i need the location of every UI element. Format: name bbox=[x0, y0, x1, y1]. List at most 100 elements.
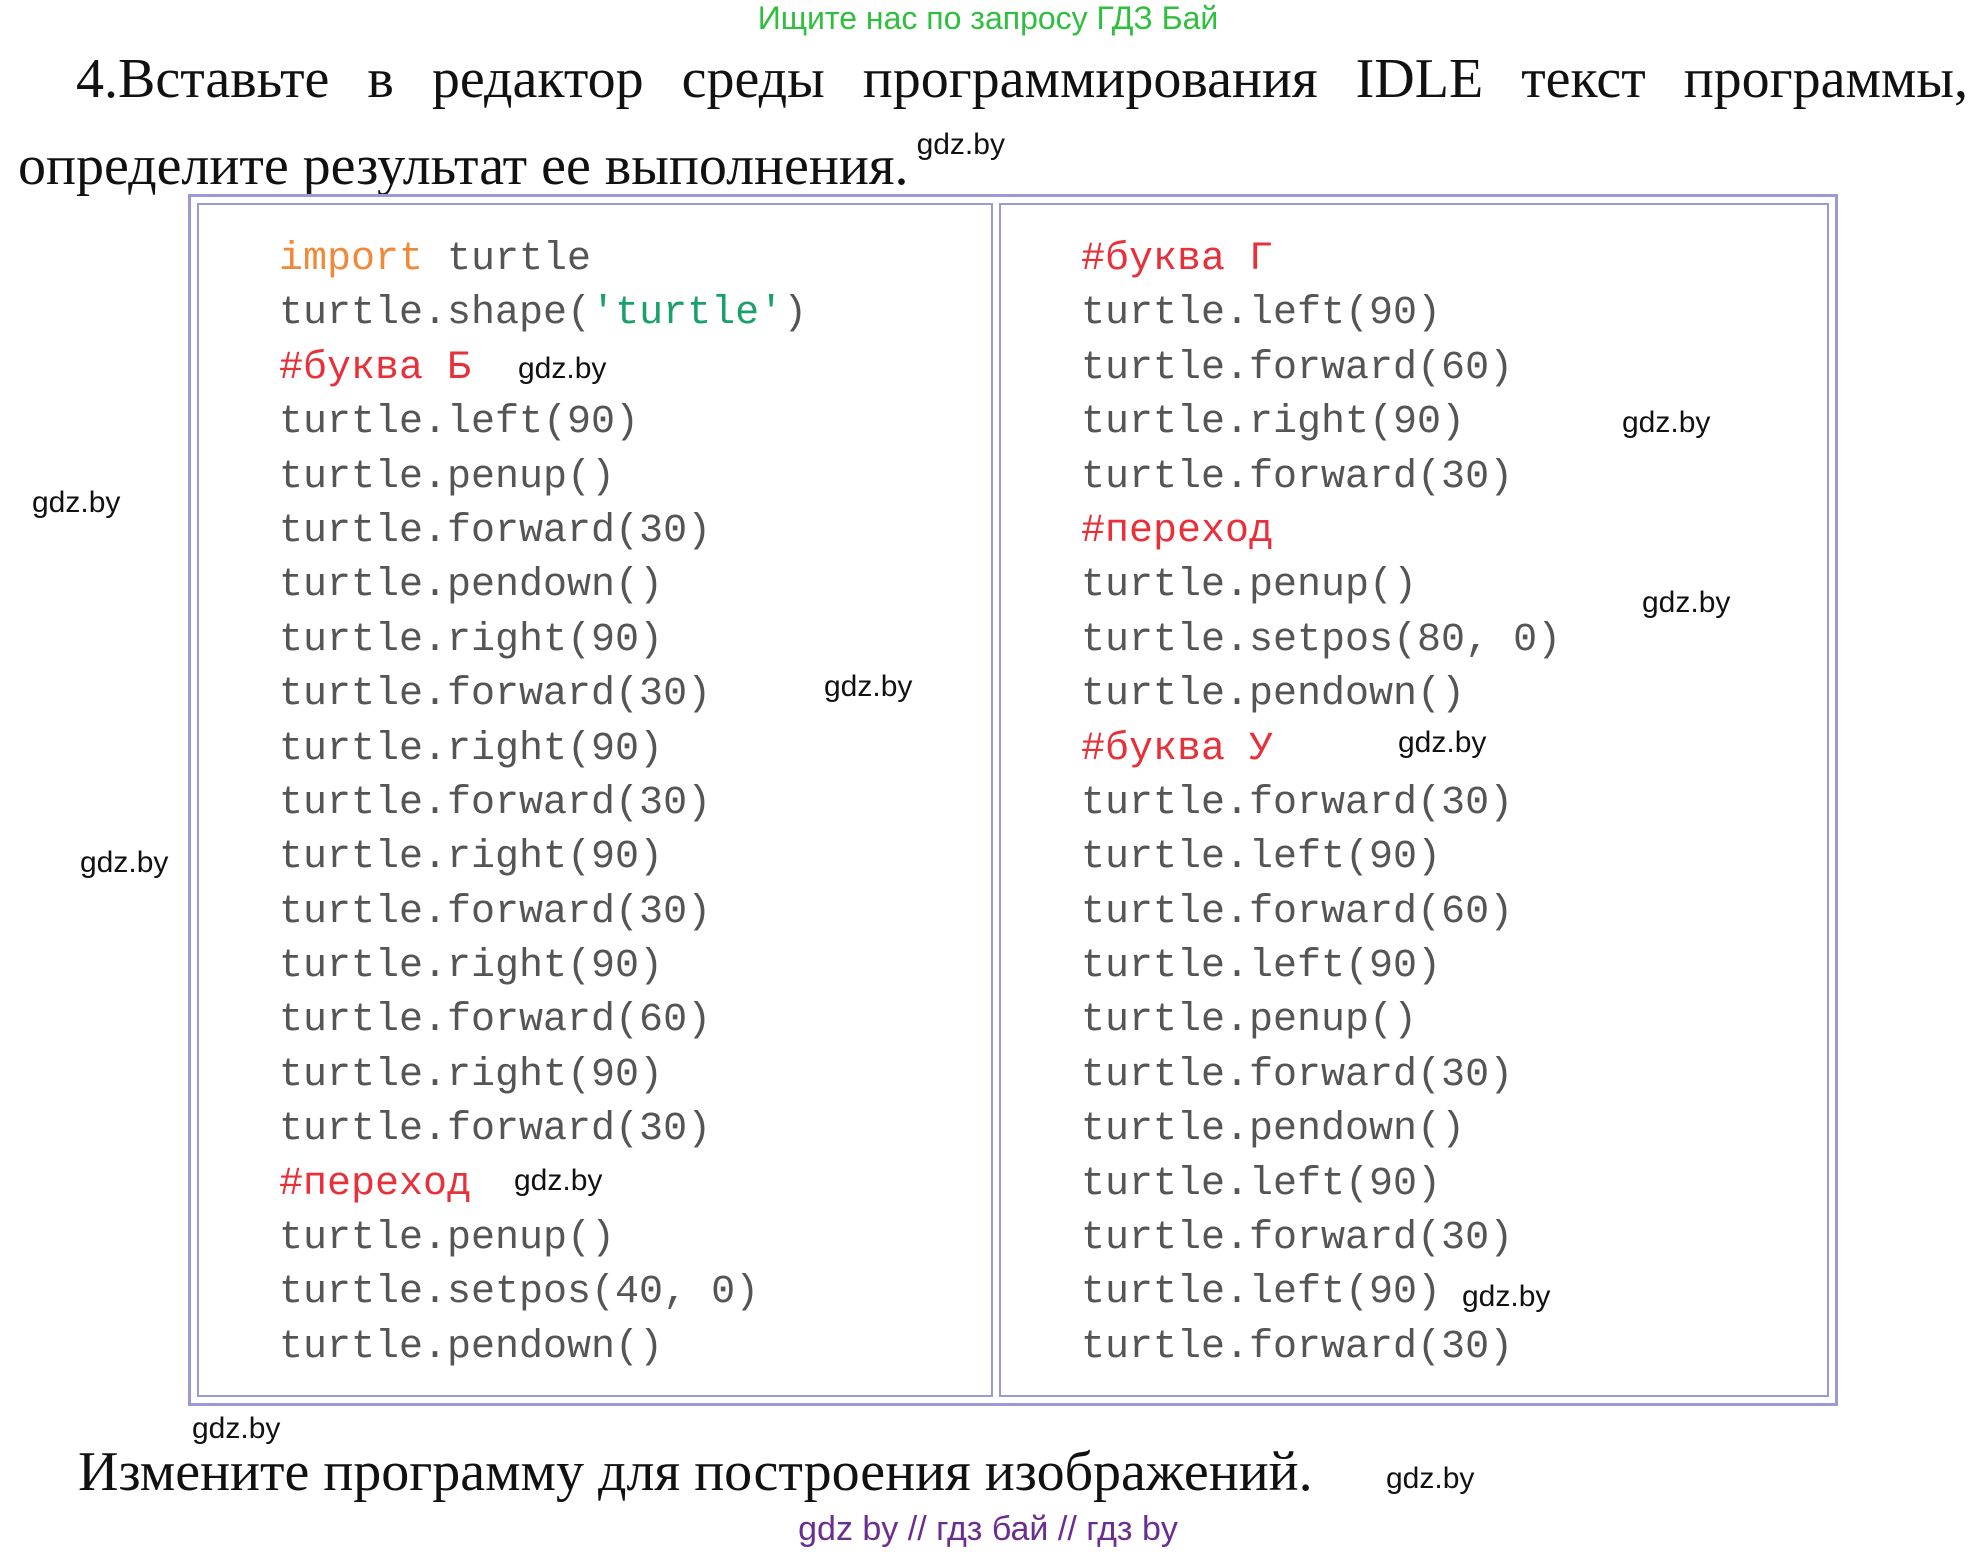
code-token: turtle.forward(30) bbox=[1081, 780, 1514, 826]
task-line-1: 4.Вставьте в редактор среды программиров… bbox=[76, 48, 1968, 110]
code-line: turtle.forward(30) bbox=[279, 886, 807, 940]
code-line: turtle.right(90) bbox=[279, 1049, 807, 1103]
code-token: turtle.penup() bbox=[279, 1216, 616, 1262]
code-line: turtle.left(90) bbox=[1081, 940, 1561, 994]
instruction-text: Измените программу для построения изобра… bbox=[78, 1441, 1313, 1503]
code-token: turtle.forward(30) bbox=[1081, 1216, 1514, 1262]
code-line: turtle.penup() bbox=[1081, 994, 1561, 1048]
code-lines-left: import turtle turtle.shape('turtle') #букв… bbox=[279, 233, 807, 1375]
code-line: turtle.forward(60) bbox=[279, 994, 807, 1048]
code-line: turtle.forward(30) bbox=[1081, 451, 1561, 505]
code-line: turtle.left(90) bbox=[1081, 287, 1561, 341]
site-banner: Ищите нас по запросу ГДЗ Бай bbox=[757, 0, 1219, 36]
code-comment: #переход bbox=[279, 1161, 472, 1207]
code-token: turtle.penup() bbox=[1081, 563, 1418, 609]
code-line: turtle.pendown() bbox=[1081, 668, 1561, 722]
code-line: turtle.right(90) bbox=[279, 831, 807, 885]
code-token: turtle.pendown() bbox=[279, 563, 664, 609]
watermark: gdz.by bbox=[1642, 586, 1731, 619]
code-comment: #буква Б bbox=[279, 345, 472, 391]
code-token: turtle bbox=[423, 237, 592, 282]
code-token: turtle.forward(60) bbox=[1081, 345, 1514, 391]
code-token: turtle.forward(30) bbox=[1081, 1324, 1514, 1370]
code-line: turtle.left(90) bbox=[1081, 831, 1561, 885]
code-token: turtle.pendown() bbox=[279, 1324, 664, 1370]
code-token: turtle.left(90) bbox=[1081, 944, 1442, 990]
watermark: gdz.by bbox=[80, 846, 169, 879]
code-line: turtle.left(90) bbox=[279, 396, 807, 450]
code-token: turtle.pendown() bbox=[1081, 672, 1466, 718]
code-line: turtle.right(90) bbox=[279, 940, 807, 994]
code-line: turtle.forward(30) bbox=[279, 777, 807, 831]
code-comment: #буква Г bbox=[1081, 237, 1274, 282]
code-token: turtle.left(90) bbox=[1081, 1161, 1442, 1207]
code-token: turtle.right(90) bbox=[1081, 400, 1466, 446]
task-statement: 4.Вставьте в редактор среды программиров… bbox=[18, 46, 1968, 199]
code-pane-right: #буква Г turtle.left(90) turtle.forward(60… bbox=[999, 203, 1829, 1397]
watermark: gdz.by bbox=[32, 486, 121, 519]
code-line: turtle.forward(60) bbox=[1081, 342, 1561, 396]
code-line: import turtle bbox=[279, 233, 807, 287]
code-line: #переход bbox=[1081, 505, 1561, 559]
code-token: turtle.forward(30) bbox=[1081, 454, 1514, 500]
code-line: turtle.forward(30) bbox=[279, 1103, 807, 1157]
code-line: #буква У bbox=[1081, 723, 1561, 777]
watermark: gdz.by bbox=[1386, 1462, 1475, 1495]
code-token: turtle.left(90) bbox=[1081, 1270, 1442, 1316]
code-line: turtle.forward(30) bbox=[1081, 1212, 1561, 1266]
code-line: turtle.forward(60) bbox=[1081, 886, 1561, 940]
code-token: turtle.left(90) bbox=[279, 400, 640, 446]
code-line: turtle.forward(30) bbox=[1081, 1321, 1561, 1375]
code-line: #буква Г bbox=[1081, 233, 1561, 287]
code-token: turtle.right(90) bbox=[279, 617, 664, 663]
code-line: turtle.penup() bbox=[1081, 559, 1561, 613]
watermark: gdz.by bbox=[1462, 1280, 1551, 1313]
code-line: turtle.setpos(80, 0) bbox=[1081, 614, 1561, 668]
code-line: turtle.penup() bbox=[279, 451, 807, 505]
code-token: turtle.forward(30) bbox=[1081, 1052, 1514, 1098]
code-token: turtle.pendown() bbox=[1081, 1107, 1466, 1153]
code-listing-frame: import turtle turtle.shape('turtle') #букв… bbox=[188, 194, 1838, 1406]
code-token: turtle.forward(30) bbox=[279, 889, 712, 935]
footer-watermark: gdz by // гдз бай // гдз by bbox=[798, 1510, 1178, 1548]
code-string: 'turtle' bbox=[591, 291, 784, 337]
code-token: turtle.shape( bbox=[279, 291, 592, 337]
code-token: turtle.setpos(80, 0) bbox=[1081, 617, 1562, 663]
code-token: turtle.setpos(40, 0) bbox=[279, 1270, 760, 1316]
code-comment: #переход bbox=[1081, 508, 1274, 554]
code-token: turtle.right(90) bbox=[279, 726, 664, 772]
code-token: turtle.forward(30) bbox=[279, 780, 712, 826]
watermark: gdz.by bbox=[1622, 406, 1711, 439]
code-token: turtle.right(90) bbox=[279, 944, 664, 990]
code-token: turtle.penup() bbox=[279, 454, 616, 500]
code-line: turtle.forward(30) bbox=[1081, 777, 1561, 831]
code-token: turtle.right(90) bbox=[279, 1052, 664, 1098]
code-token: turtle.left(90) bbox=[1081, 291, 1442, 337]
code-line: turtle.pendown() bbox=[279, 559, 807, 613]
code-token: turtle.forward(60) bbox=[1081, 889, 1514, 935]
code-lines-right: #буква Г turtle.left(90) turtle.forward(60… bbox=[1081, 233, 1561, 1375]
code-line: turtle.setpos(40, 0) bbox=[279, 1266, 807, 1320]
code-line: turtle.right(90) bbox=[279, 614, 807, 668]
code-token: turtle.forward(30) bbox=[279, 1107, 712, 1153]
code-token: turtle.right(90) bbox=[279, 835, 664, 881]
code-line: turtle.pendown() bbox=[1081, 1103, 1561, 1157]
watermark: gdz.by bbox=[824, 670, 913, 703]
code-token: turtle.forward(30) bbox=[279, 672, 712, 718]
task-line-2: определите результат ее выполнения. bbox=[18, 135, 909, 197]
code-line: turtle.shape('turtle') bbox=[279, 287, 807, 341]
code-line: turtle.right(90) bbox=[1081, 396, 1561, 450]
code-line: turtle.penup() bbox=[279, 1212, 807, 1266]
code-token: turtle.penup() bbox=[1081, 998, 1418, 1044]
code-line: turtle.forward(30) bbox=[279, 505, 807, 559]
code-line: turtle.right(90) bbox=[279, 723, 807, 777]
watermark: gdz.by bbox=[518, 352, 607, 385]
code-line: turtle.forward(30) bbox=[279, 668, 807, 722]
code-line: turtle.left(90) bbox=[1081, 1158, 1561, 1212]
watermark-inline: gdz.by bbox=[916, 128, 1005, 161]
code-line: turtle.forward(30) bbox=[1081, 1049, 1561, 1103]
code-comment: #буква У bbox=[1081, 726, 1274, 772]
code-line: turtle.pendown() bbox=[279, 1321, 807, 1375]
code-token: turtle.forward(30) bbox=[279, 508, 712, 554]
watermark: gdz.by bbox=[1398, 726, 1487, 759]
